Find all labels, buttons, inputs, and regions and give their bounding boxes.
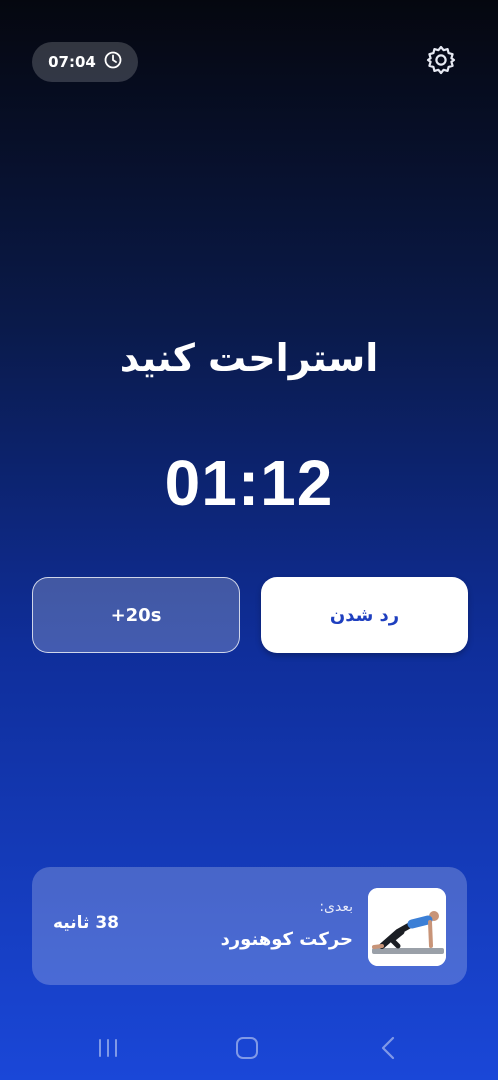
back-icon[interactable] [380,1036,396,1060]
add-time-button[interactable]: +20s [32,577,240,653]
elapsed-time-pill: 07:04 [32,42,138,82]
home-icon[interactable] [236,1037,258,1059]
gear-icon [425,44,457,80]
countdown-timer: 01:12 [164,447,334,519]
next-exercise-name: حرکت کوهنورد [220,929,353,950]
skip-label: رد شدن [329,604,400,626]
recent-apps-icon[interactable] [97,1038,119,1058]
next-exercise-card[interactable]: بعدی: حرکت کوهنورد 38 ثانیه [32,867,467,985]
next-label: بعدی: [319,899,353,915]
clock-icon [104,51,122,73]
next-exercise-duration: 38 ثانیه [53,913,119,933]
rest-title: استراحت کنید [119,336,379,380]
add-time-label: +20s [110,604,162,626]
skip-button[interactable]: رد شدن [261,577,468,653]
settings-button[interactable] [423,44,459,80]
system-navigation-bar [0,1020,498,1080]
elapsed-time: 07:04 [48,53,96,71]
exercise-thumbnail [368,888,446,966]
